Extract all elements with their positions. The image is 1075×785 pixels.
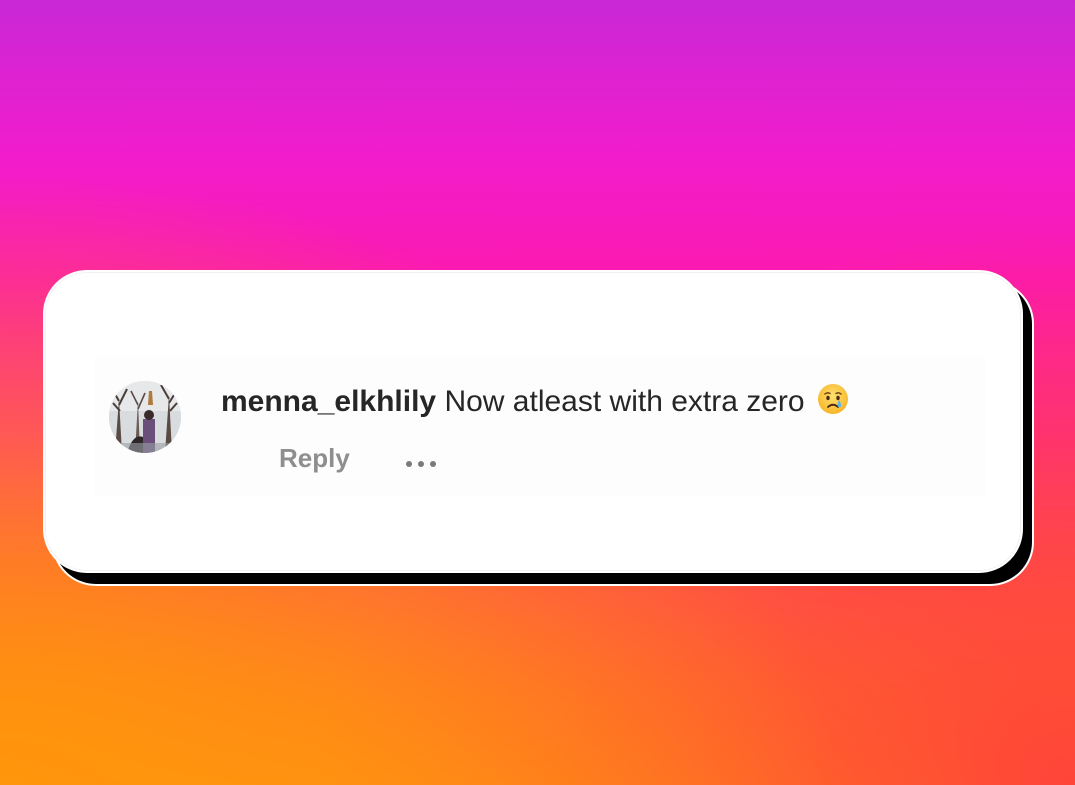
crying-face-emoji-icon [817, 383, 849, 426]
more-options-icon[interactable] [406, 445, 442, 481]
comment-username[interactable]: menna_elkhlily [221, 385, 436, 418]
avatar-photo-icon [109, 381, 181, 453]
comment-card: menna_elkhlily Now atleast with extra ze… [43, 270, 1023, 573]
reply-button[interactable]: Reply [279, 443, 350, 473]
comment-text-line: menna_elkhlily Now atleast with extra ze… [221, 382, 849, 426]
comment-row [95, 356, 985, 496]
comment-body: Now atleast with extra zero [444, 385, 805, 418]
comment-actions: Reply [279, 440, 442, 481]
avatar[interactable] [109, 381, 181, 453]
